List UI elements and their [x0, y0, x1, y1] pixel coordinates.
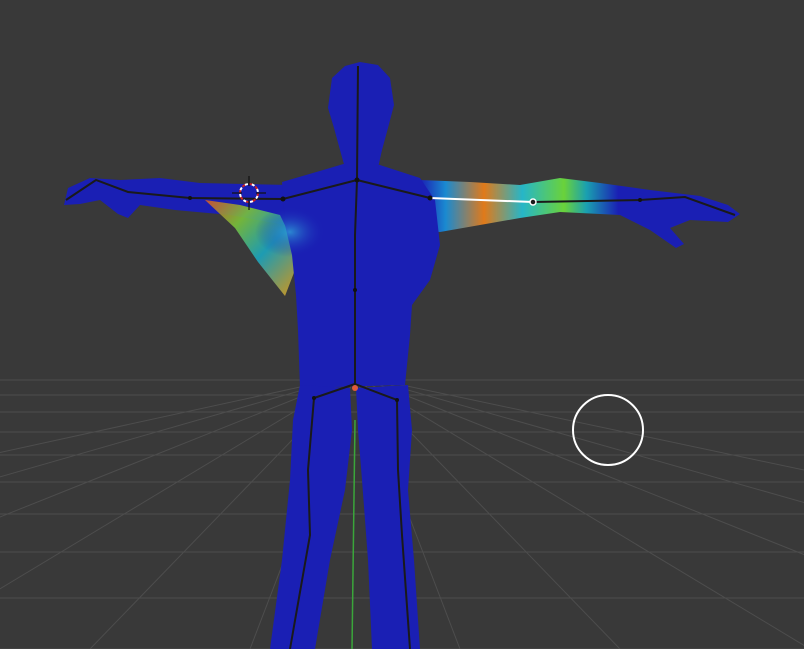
mesh-right-leg: [356, 385, 420, 649]
viewport-scene[interactable]: [0, 0, 804, 649]
mesh-shoulder-highlight: [255, 207, 325, 257]
mesh-head: [328, 62, 394, 168]
y-axis-line: [351, 419, 356, 649]
selected-bone-tail-joint[interactable]: [529, 198, 537, 206]
3d-viewport[interactable]: [0, 0, 804, 649]
mesh-torso: [282, 162, 440, 388]
origin-point: [352, 385, 358, 391]
character-mesh[interactable]: [64, 62, 740, 649]
mesh-right-arm: [420, 178, 740, 248]
